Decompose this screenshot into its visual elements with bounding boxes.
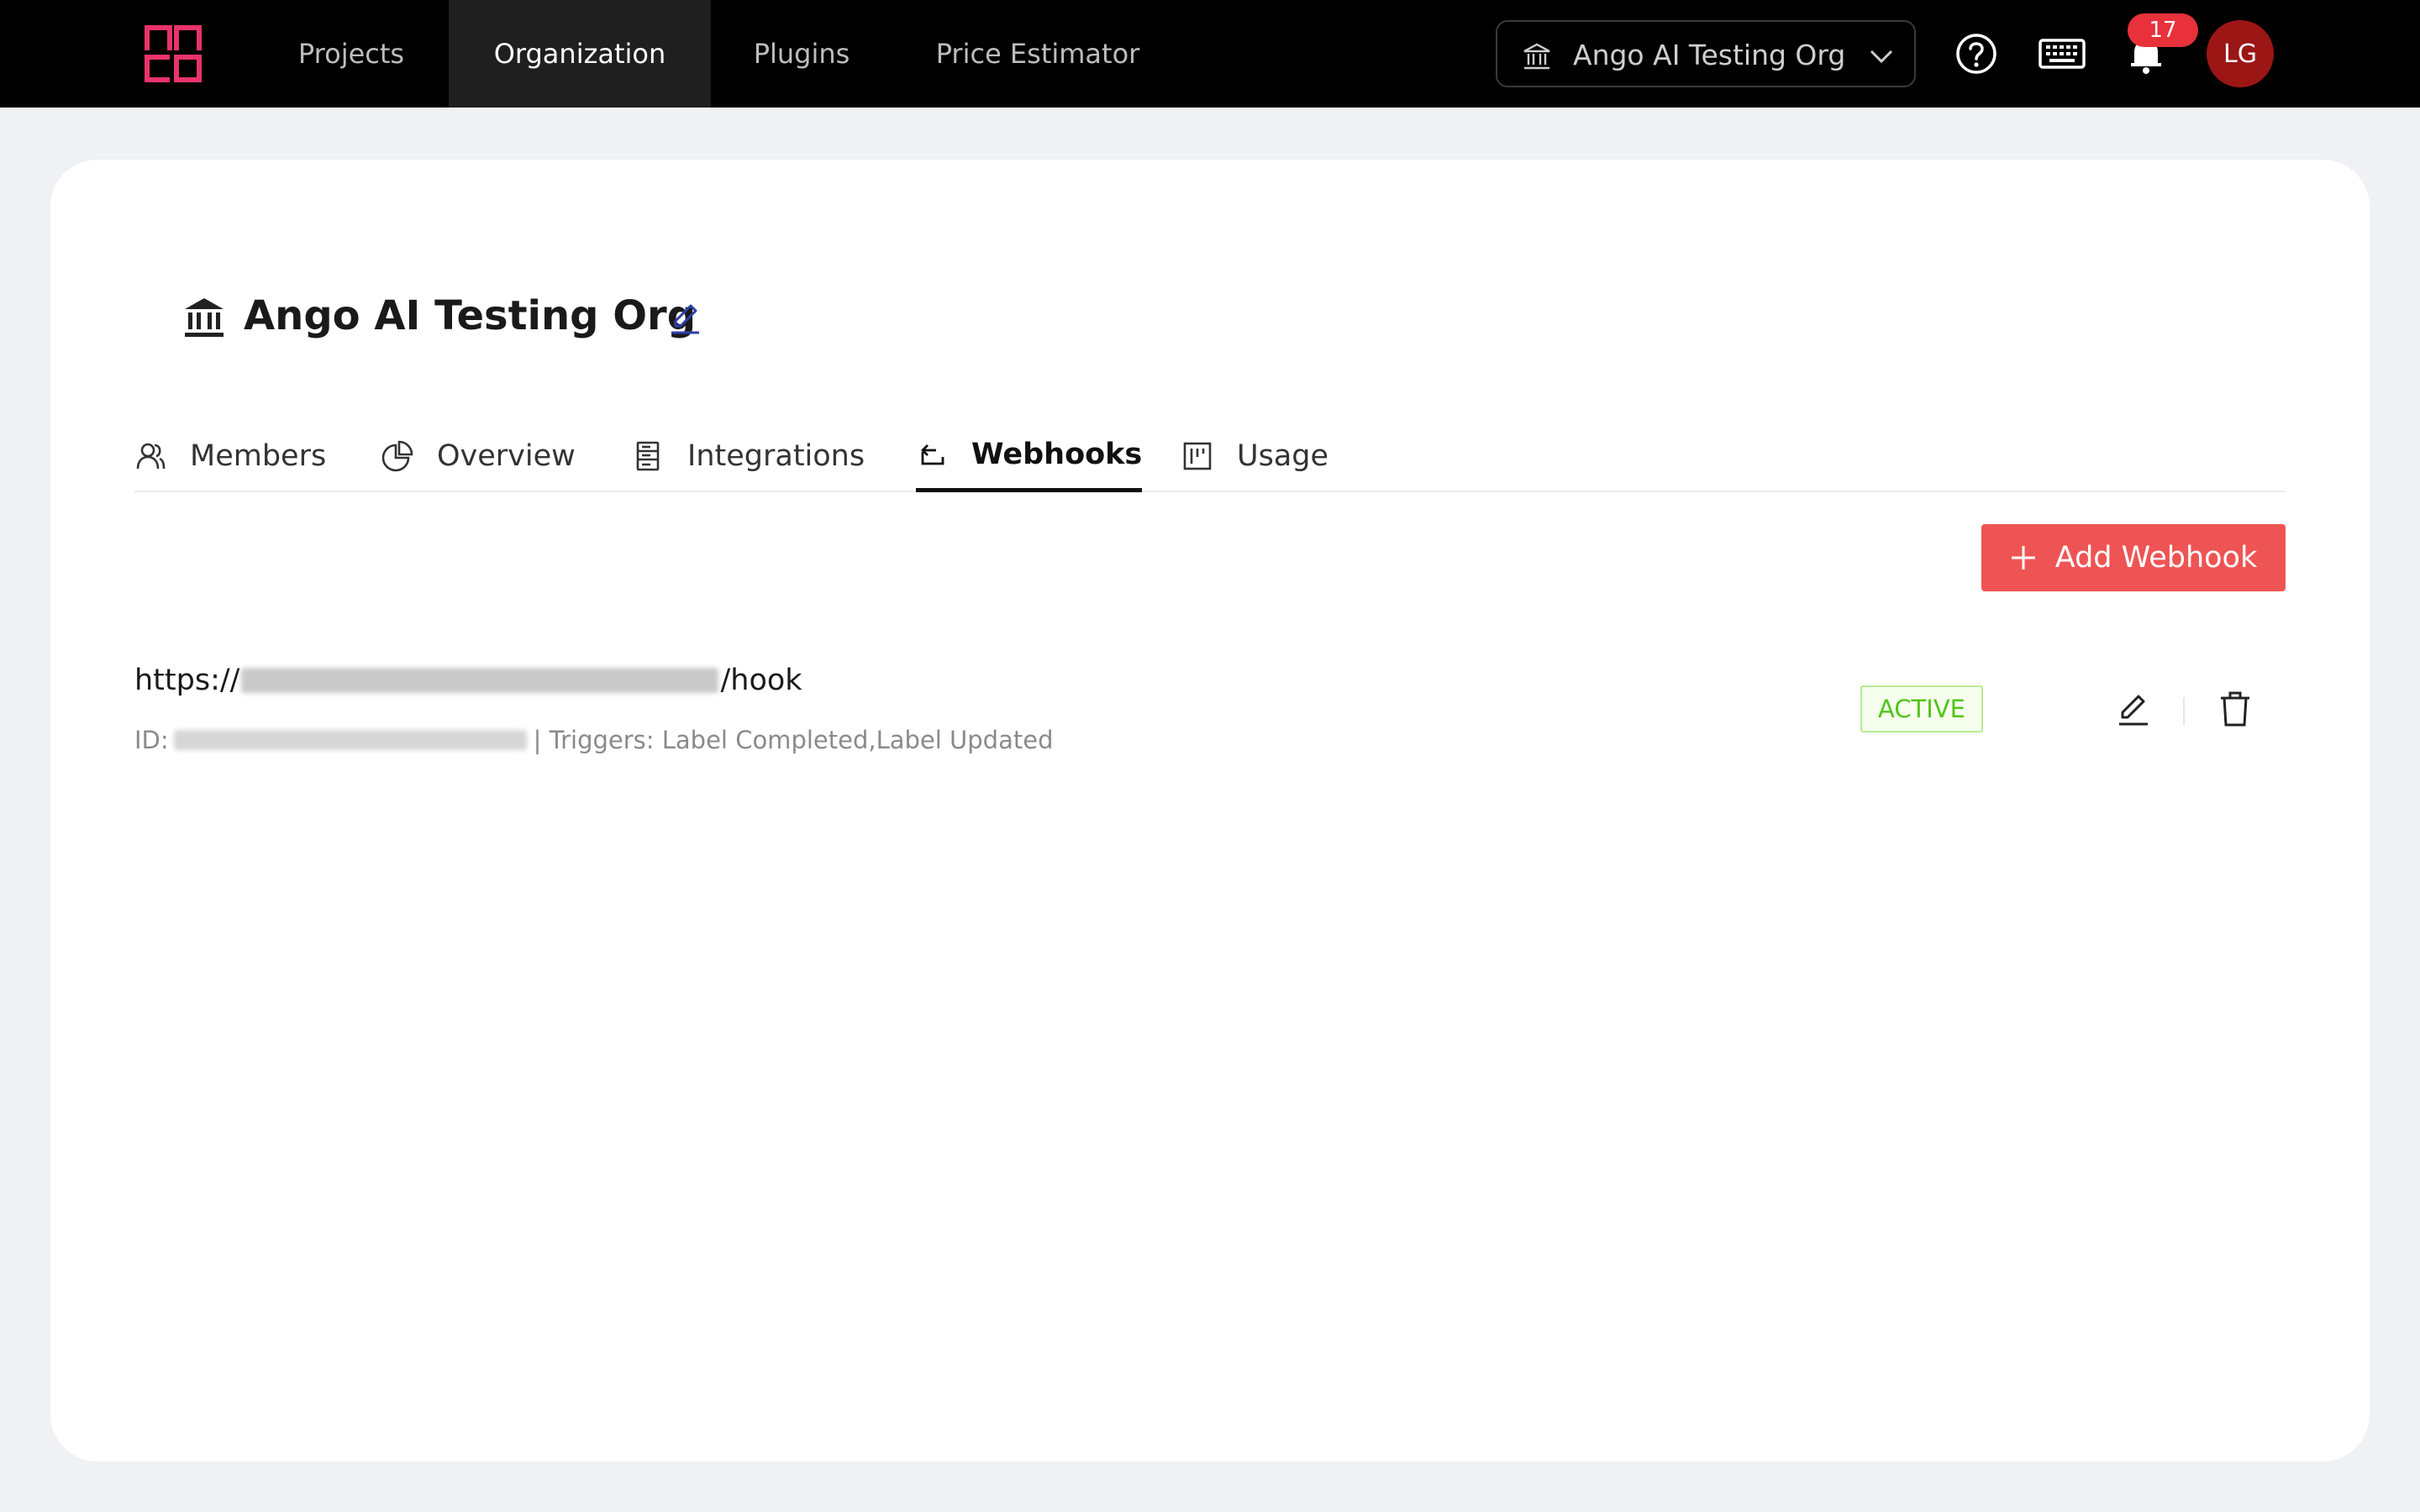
help-icon[interactable] <box>1953 30 2000 77</box>
delete-webhook-icon[interactable] <box>2218 690 2252 727</box>
top-navigation-bar: Projects Organization Plugins Price Esti… <box>0 0 2420 108</box>
add-webhook-label: Add Webhook <box>2054 541 2258 575</box>
server-icon <box>636 441 660 471</box>
tab-overview-label: Overview <box>437 439 576 473</box>
webhook-icon <box>921 444 944 465</box>
plus-icon <box>2011 546 2035 570</box>
keyboard-icon[interactable] <box>2037 32 2087 76</box>
tab-integrations-label: Integrations <box>687 439 865 473</box>
webhook-url-prefix: https:// <box>134 664 240 697</box>
organization-selector-value: Ango AI Testing Org <box>1573 39 1846 71</box>
usage-icon <box>1183 442 1212 470</box>
webhook-url: https:// /hook <box>134 664 802 697</box>
tab-webhooks[interactable]: Webhooks <box>916 420 1143 492</box>
pie-chart-icon <box>381 440 413 472</box>
tab-integrations[interactable]: Integrations <box>632 420 865 492</box>
organization-card <box>50 160 2370 1462</box>
tab-usage[interactable]: Usage <box>1181 420 1328 492</box>
organization-title: Ango AI Testing Org <box>244 292 697 339</box>
webhook-triggers: | Triggers: Label Completed,Label Update… <box>533 726 1054 754</box>
redacted-id <box>173 730 527 750</box>
webhook-id-label: ID: <box>134 726 169 754</box>
action-divider <box>2183 697 2185 726</box>
edit-organization-icon[interactable] <box>669 301 702 336</box>
nav-organization[interactable]: Organization <box>449 0 711 108</box>
notification-count-badge: 17 <box>2128 13 2198 47</box>
redacted-host <box>241 668 719 693</box>
edit-webhook-icon[interactable] <box>2116 692 2151 727</box>
bank-icon <box>185 298 224 337</box>
webhook-url-suffix: /hook <box>720 664 802 697</box>
nav-projects[interactable]: Projects <box>269 0 434 108</box>
tab-usage-label: Usage <box>1237 439 1329 473</box>
members-icon <box>136 443 166 470</box>
tab-overview[interactable]: Overview <box>381 420 576 492</box>
webhook-meta: ID: | Triggers: Label Completed,Label Up… <box>134 726 1053 754</box>
nav-price-estimator[interactable]: Price Estimator <box>916 0 1160 108</box>
status-badge: ACTIVE <box>1860 685 1983 732</box>
chevron-down-icon <box>1870 50 1893 64</box>
nav-plugins[interactable]: Plugins <box>728 0 876 108</box>
tab-members-label: Members <box>190 439 327 473</box>
ango-logo[interactable] <box>145 25 202 82</box>
tab-webhooks-label: Webhooks <box>971 437 1143 471</box>
tab-members[interactable]: Members <box>134 420 326 492</box>
bank-icon <box>1523 43 1550 70</box>
add-webhook-button[interactable]: Add Webhook <box>1981 524 2286 591</box>
user-avatar[interactable]: LG <box>2207 20 2274 87</box>
organization-selector[interactable]: Ango AI Testing Org <box>1496 20 1916 87</box>
